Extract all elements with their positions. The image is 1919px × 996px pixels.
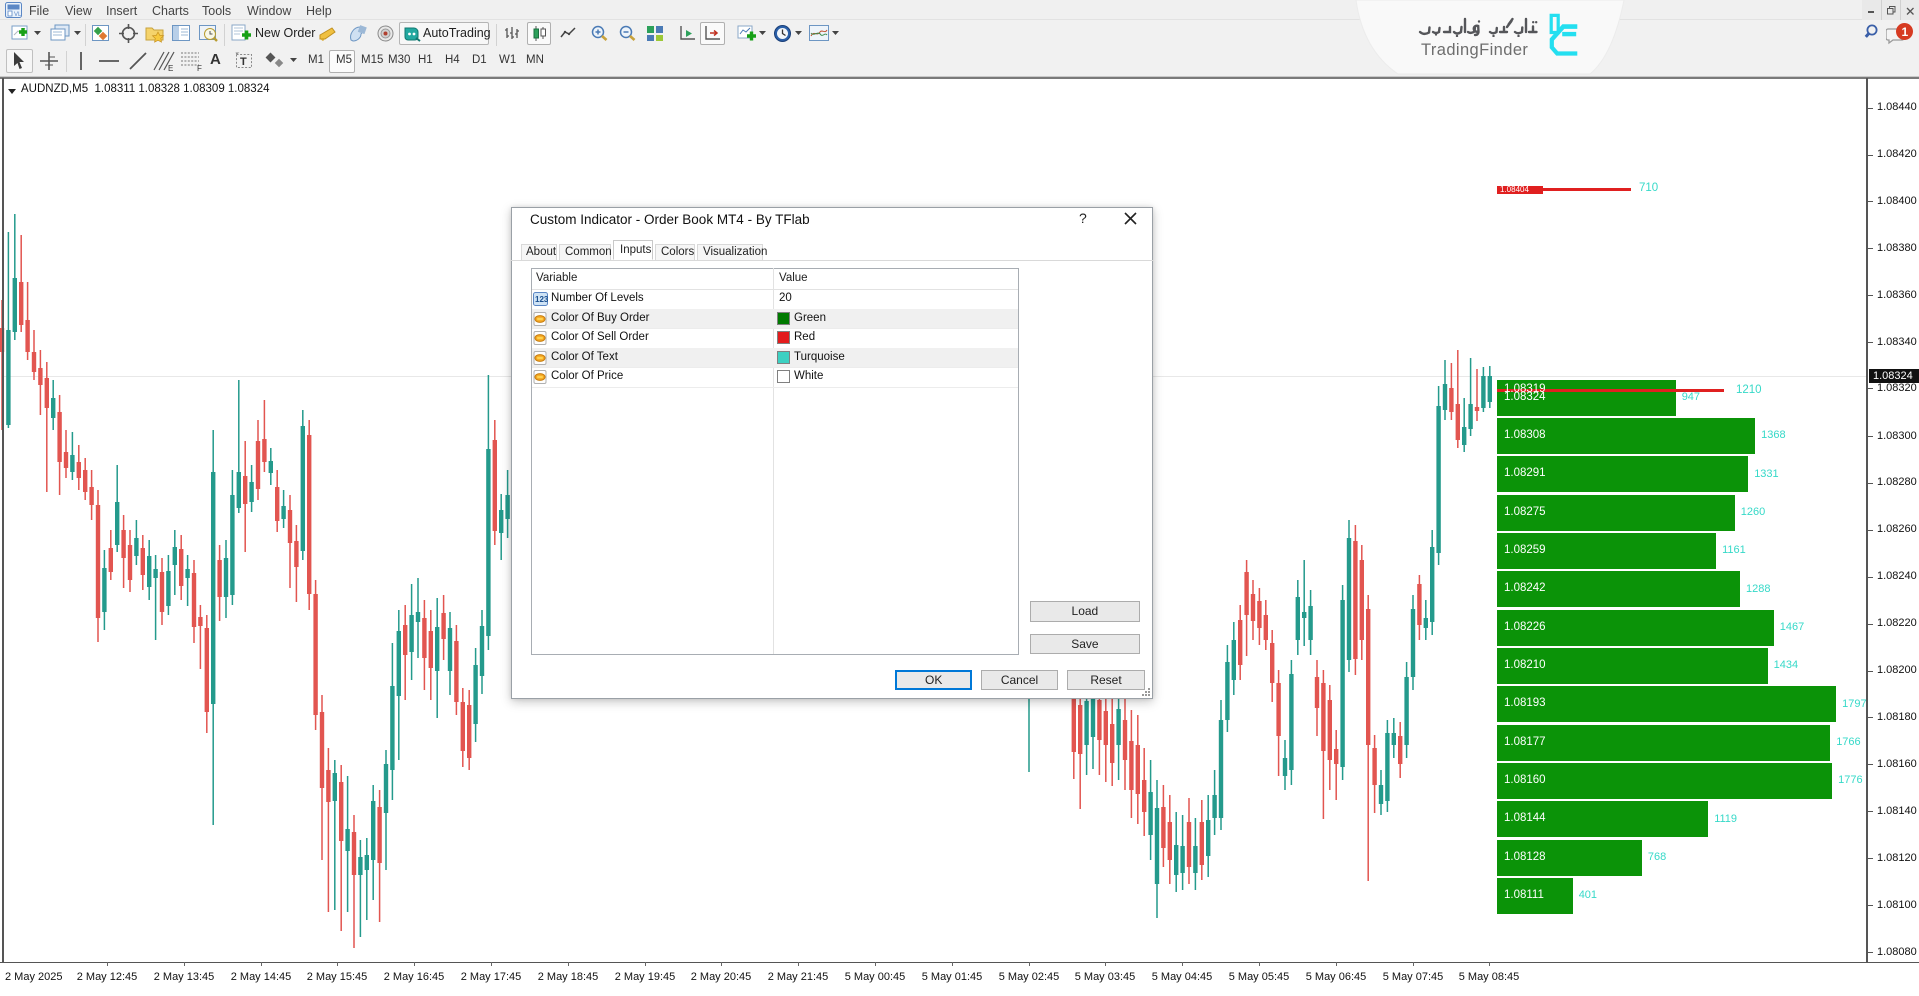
svg-text:VL: VL: [14, 12, 22, 18]
svg-text:123: 123: [535, 295, 548, 304]
svg-text:T: T: [240, 56, 247, 68]
svg-text:F: F: [197, 64, 202, 72]
svg-text:E: E: [168, 64, 173, 72]
